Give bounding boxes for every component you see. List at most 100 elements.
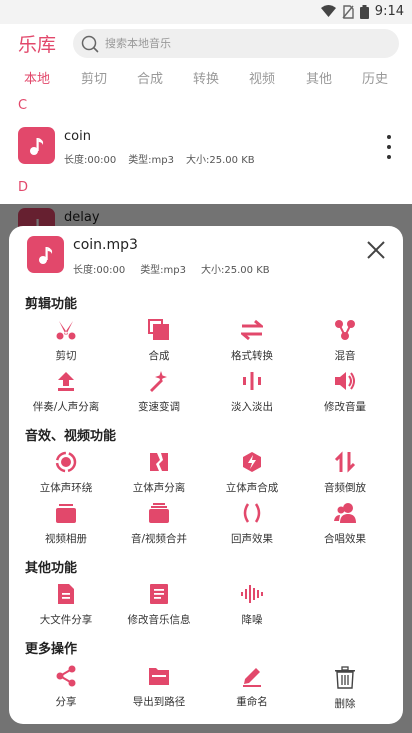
func-label: 修改音乐信息 <box>127 614 191 626</box>
mix-nodes-icon <box>335 320 355 340</box>
func-video-album[interactable]: 视频相册 <box>18 501 114 547</box>
chorus-people-icon <box>334 503 356 523</box>
merge-icon <box>148 319 169 340</box>
func-icon-wrapper <box>240 501 264 525</box>
split-card-icon <box>150 453 168 471</box>
func-convert[interactable]: 格式转换 <box>204 318 300 364</box>
func-label: 立体声合成 <box>225 482 279 494</box>
tab-convert[interactable]: 转换 <box>193 68 219 87</box>
func-fade[interactable]: 淡入淡出 <box>204 369 300 415</box>
func-label: 降噪 <box>241 614 263 626</box>
upload-arrow-icon <box>58 372 74 391</box>
trash-icon <box>335 666 355 689</box>
waveform-bars-icon <box>243 372 261 390</box>
more-options-icon[interactable] <box>384 135 394 159</box>
func-vocal-separate[interactable]: 伴奏/人声分离 <box>18 369 114 415</box>
file-size: 大小:25.00 KB <box>201 265 270 276</box>
tab-history[interactable]: 历史 <box>362 68 388 87</box>
func-icon-wrapper <box>147 318 171 342</box>
rename-pencil-icon <box>243 668 261 687</box>
func-chorus[interactable]: 合唱效果 <box>297 501 393 547</box>
func-icon-wrapper <box>147 582 171 606</box>
func-stereo-combine[interactable]: 立体声合成 <box>204 450 300 496</box>
func-icon-wrapper <box>54 664 78 688</box>
func-icon-wrapper <box>54 450 78 474</box>
file-cover <box>27 236 64 273</box>
convert-arrows-icon <box>241 319 263 341</box>
tab-video[interactable]: 视频 <box>249 68 275 87</box>
func-export[interactable]: 导出到路径 <box>111 664 207 710</box>
group-title-other: 其他功能 <box>25 561 78 576</box>
func-label: 变速变调 <box>138 401 180 413</box>
reverse-arrows-icon <box>334 451 356 473</box>
func-delete[interactable]: 删除 <box>297 666 393 712</box>
file-duration: 长度:00:00 <box>73 265 126 276</box>
search-input[interactable] <box>105 37 385 50</box>
app-title: 乐库 <box>18 34 57 56</box>
func-label: 回声效果 <box>231 533 273 545</box>
tab-local[interactable]: 本地 <box>24 68 50 87</box>
file-title: coin.mp3 <box>73 237 138 253</box>
file-share-icon <box>58 584 74 604</box>
func-icon-wrapper <box>147 450 171 474</box>
func-rename[interactable]: 重命名 <box>204 664 300 710</box>
music-note-icon <box>38 246 52 264</box>
func-mix[interactable]: 混音 <box>297 318 393 364</box>
func-label: 淡入淡出 <box>231 401 273 413</box>
status-icons: 9:14 <box>320 4 404 19</box>
func-icon-wrapper <box>333 318 357 342</box>
group-title-edit: 剪辑功能 <box>25 297 78 312</box>
func-large-file-share[interactable]: 大文件分享 <box>18 582 114 628</box>
func-icon-wrapper <box>333 450 357 474</box>
func-denoise[interactable]: 降噪 <box>204 582 300 628</box>
music-note-icon <box>29 137 43 155</box>
func-label: 删除 <box>334 698 356 710</box>
func-volume[interactable]: 修改音量 <box>297 369 393 415</box>
func-icon-wrapper <box>54 501 78 525</box>
func-label: 音/视频合并 <box>130 533 188 545</box>
func-label: 合成 <box>148 350 170 362</box>
func-merge[interactable]: 合成 <box>111 318 207 364</box>
search-icon <box>81 35 99 52</box>
tab-cut[interactable]: 剪切 <box>81 68 107 87</box>
func-speed-pitch[interactable]: 变速变调 <box>111 369 207 415</box>
tab-merge[interactable]: 合成 <box>137 68 163 87</box>
file-meta: 长度:00:00 类型:mp3 大小:25.00 KB <box>73 261 270 276</box>
func-music-info[interactable]: 修改音乐信息 <box>111 582 207 628</box>
func-reverse[interactable]: 音频倒放 <box>297 450 393 496</box>
func-icon-wrapper <box>240 664 264 688</box>
func-label: 立体声环绕 <box>39 482 93 494</box>
func-label: 导出到路径 <box>132 696 186 708</box>
noise-wave-icon <box>241 585 263 603</box>
scissors-icon <box>56 321 76 340</box>
tab-other[interactable]: 其他 <box>306 68 332 87</box>
wifi-icon <box>320 5 336 17</box>
func-icon-wrapper <box>147 664 171 688</box>
func-label: 格式转换 <box>231 350 273 362</box>
func-label: 修改音量 <box>324 401 366 413</box>
group-title-more: 更多操作 <box>25 642 78 657</box>
surround-icon <box>55 451 77 473</box>
func-icon-wrapper <box>333 369 357 393</box>
share-icon <box>56 665 76 687</box>
func-icon-wrapper <box>240 450 264 474</box>
func-echo[interactable]: 回声效果 <box>204 501 300 547</box>
func-av-merge[interactable]: 音/视频合并 <box>111 501 207 547</box>
func-label: 视频相册 <box>45 533 87 545</box>
func-surround[interactable]: 立体声环绕 <box>18 450 114 496</box>
song-row[interactable]: coin 长度:00:00 类型:mp3 大小:25.00 KB <box>0 118 412 178</box>
func-icon-wrapper <box>333 501 357 525</box>
group-title-effects: 音效、视频功能 <box>25 429 117 444</box>
func-cut[interactable]: 剪切 <box>18 318 114 364</box>
file-type: 类型:mp3 <box>140 265 187 276</box>
status-bar: 9:14 <box>0 0 412 24</box>
func-label: 伴奏/人声分离 <box>32 401 100 413</box>
song-meta: 长度:00:00 类型:mp3 大小:25.00 KB <box>64 151 255 166</box>
section-letter: D <box>18 180 29 195</box>
search-box[interactable] <box>73 29 399 58</box>
func-stereo-split[interactable]: 立体声分离 <box>111 450 207 496</box>
func-share[interactable]: 分享 <box>18 664 114 710</box>
func-icon-wrapper <box>147 369 171 393</box>
song-duration: 长度:00:00 <box>64 155 117 166</box>
close-icon[interactable] <box>365 239 387 261</box>
